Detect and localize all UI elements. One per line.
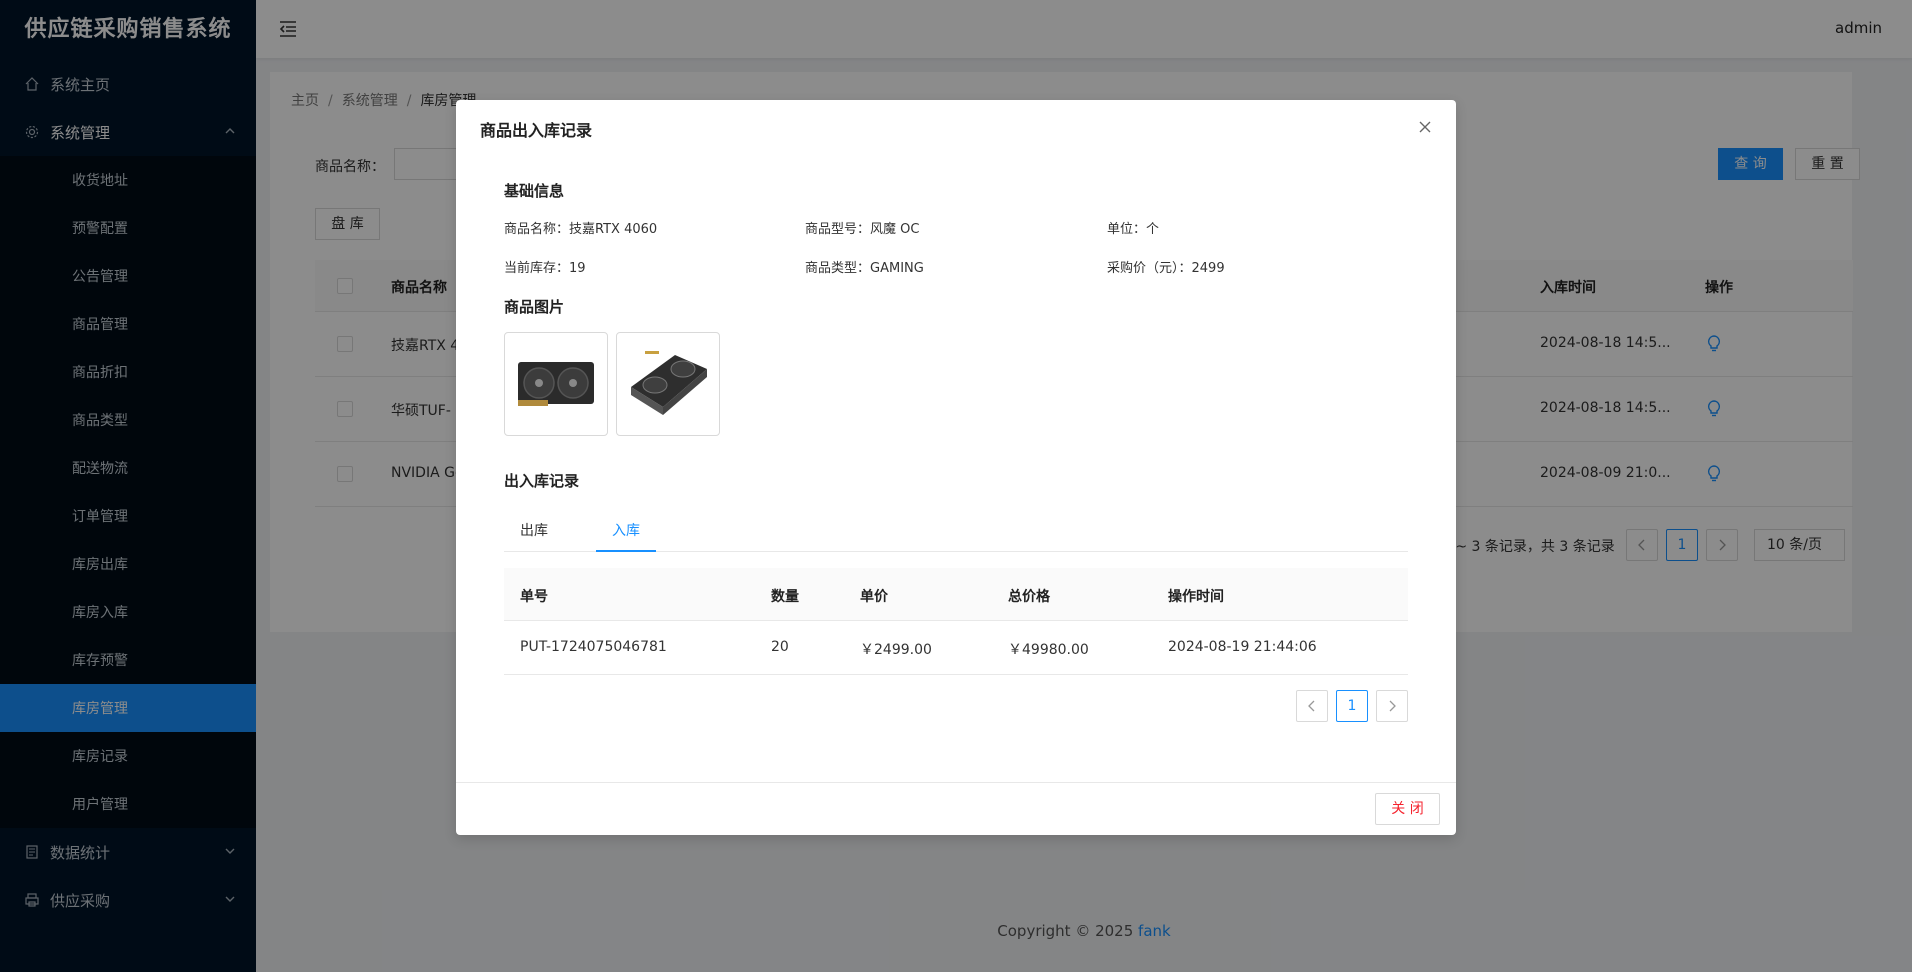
column-header: 数量 [771,589,799,605]
column-header: 总价格 [1008,589,1050,605]
chevron-right-icon [1389,700,1396,712]
column-header: 单价 [860,589,888,605]
record-total: ￥49980.00 [1008,642,1089,658]
field-value: GAMING [870,261,924,276]
field-value: 技嘉RTX 4060 [569,222,658,237]
field-label: 当前库存： [504,261,570,276]
modal-header: 商品出入库记录 [456,100,1456,156]
tab-ink-bar [596,550,656,552]
field-label: 商品型号： [805,222,871,237]
field-value: 风魔 OC [870,222,920,237]
close-button[interactable]: 关 闭 [1375,793,1440,825]
chevron-left-icon [1308,700,1315,712]
page-number[interactable]: 1 [1336,690,1368,722]
modal-footer: 关 闭 [456,782,1456,835]
close-icon[interactable] [1418,120,1432,134]
field-label: 商品类型： [805,261,871,276]
record-table: 单号 数量 单价 总价格 操作时间 PUT-1724075046781 20 ￥… [504,568,1408,675]
field-current-stock: 当前库存：19 [504,257,586,276]
table-header: 单号 数量 单价 总价格 操作时间 [504,568,1408,621]
field-goods-model: 商品型号：风魔 OC [805,218,919,237]
tab-in[interactable]: 入库 [612,520,640,540]
field-goods-type: 商品类型：GAMING [805,257,924,276]
graphics-card-image [631,351,707,415]
field-label: 采购价（元）： [1107,261,1192,276]
table-row: PUT-1724075046781 20 ￥2499.00 ￥49980.00 … [504,621,1408,675]
graphics-card-image [518,362,594,406]
field-label: 单位： [1107,222,1147,237]
column-header: 操作时间 [1168,589,1224,605]
tab-out[interactable]: 出库 [520,520,548,540]
field-value: 19 [569,261,586,276]
column-header: 单号 [520,589,548,605]
next-page-button[interactable] [1376,690,1408,722]
field-goods-name: 商品名称：技嘉RTX 4060 [504,218,657,237]
record-time: 2024-08-19 21:44:06 [1168,639,1317,655]
section-title-basic: 基础信息 [504,182,565,200]
record-price: ￥2499.00 [860,642,932,658]
stock-record-modal: 商品出入库记录 基础信息 商品名称：技嘉RTX 4060 商品型号：风魔 OC … [456,100,1456,835]
prev-page-button[interactable] [1296,690,1328,722]
record-no: PUT-1724075046781 [520,639,667,655]
goods-image[interactable] [616,332,720,436]
field-value: 个 [1146,222,1160,237]
field-unit: 单位：个 [1107,218,1159,237]
field-value: 2499 [1191,261,1225,276]
section-title-images: 商品图片 [504,298,565,316]
record-qty: 20 [771,639,789,655]
section-title-records: 出入库记录 [504,472,580,490]
modal-title: 商品出入库记录 [480,121,593,140]
field-purchase-price: 采购价（元）：2499 [1107,257,1225,276]
goods-image[interactable] [504,332,608,436]
field-label: 商品名称： [504,222,570,237]
record-tabs: 出库 入库 [504,510,1408,552]
